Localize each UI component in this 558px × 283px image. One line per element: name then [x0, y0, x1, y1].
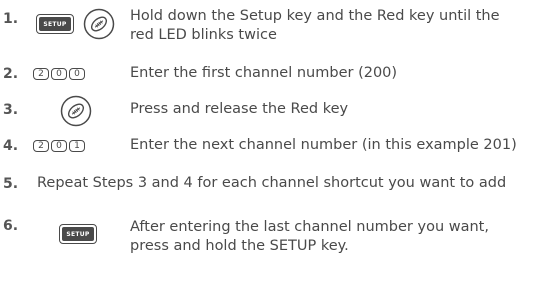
step-5-number: 5. [3, 176, 19, 192]
step-5-text: Repeat Steps 3 and 4 for each channel sh… [37, 175, 507, 191]
digit-key: 2 [33, 140, 49, 152]
step-6-text-line-2: press and hold the SETUP key. [130, 238, 349, 254]
step-1-text-line-2: red LED blinks twice [130, 27, 277, 43]
digit-keys-201: 2 0 1 [33, 140, 85, 152]
step-2-text: Enter the first channel number (200) [130, 65, 398, 81]
digit-key: 0 [51, 140, 67, 152]
step-1-number: 1. [3, 11, 19, 27]
red-key-icon [60, 95, 92, 127]
step-1-text-line-1: Hold down the Setup key and the Red key … [130, 8, 500, 24]
digit-key: 2 [33, 68, 49, 80]
setup-key-label: SETUP [39, 17, 71, 31]
step-3-text: Press and release the Red key [130, 101, 349, 117]
digit-key: 1 [69, 140, 85, 152]
setup-key: SETUP [59, 224, 97, 244]
digit-key: 0 [51, 68, 67, 80]
step-3-number: 3. [3, 102, 19, 118]
digit-key: 0 [69, 68, 85, 80]
step-2-number: 2. [3, 66, 19, 82]
red-key-icon [83, 8, 115, 40]
setup-key-label: SETUP [62, 227, 94, 241]
setup-key: SETUP [36, 14, 74, 34]
step-6-text-line-1: After entering the last channel number y… [130, 219, 489, 235]
step-4-text: Enter the next channel number (in this e… [130, 137, 517, 153]
digit-keys-200: 2 0 0 [33, 68, 85, 80]
step-6-number: 6. [3, 218, 19, 234]
step-4-number: 4. [3, 138, 19, 154]
